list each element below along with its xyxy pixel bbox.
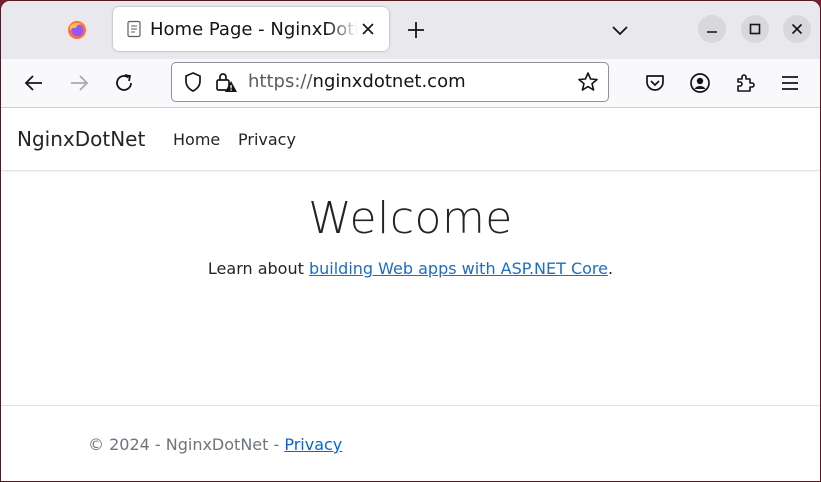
nav-link-home[interactable]: Home (173, 130, 220, 149)
site-footer: © 2024 - NginxDotNet - Privacy (1, 405, 820, 481)
site-brand-link[interactable]: NginxDotNet (17, 127, 145, 151)
extensions-icon[interactable] (733, 71, 757, 95)
address-bar[interactable]: https://nginxdotnet.com (171, 62, 609, 102)
page-icon (127, 20, 141, 38)
plus-icon[interactable] (405, 19, 427, 41)
pocket-icon[interactable] (643, 71, 667, 95)
tab-home-page[interactable]: Home Page - NginxDotNet (113, 7, 389, 51)
nav-link-privacy[interactable]: Privacy (238, 130, 296, 149)
lock-warning-icon[interactable] (214, 70, 238, 94)
close-window-button[interactable] (783, 15, 811, 43)
chevron-down-icon[interactable] (610, 20, 630, 40)
welcome-heading: Welcome (308, 193, 513, 244)
back-arrow-icon[interactable] (22, 71, 46, 95)
minimize-button[interactable] (698, 15, 726, 43)
nav-toolbar: https://nginxdotnet.com (1, 59, 820, 108)
learn-paragraph: Learn about building Web apps with ASP.N… (1, 259, 820, 278)
forward-arrow-icon[interactable] (67, 71, 91, 95)
minimize-icon (707, 31, 717, 33)
footer-copyright: © 2024 - NginxDotNet - (88, 435, 285, 454)
account-icon[interactable] (688, 71, 712, 95)
learn-prefix: Learn about (207, 259, 309, 278)
url-host: nginxdotnet.com (312, 71, 466, 92)
url-text[interactable]: https://nginxdotnet.com (248, 71, 466, 92)
shield-icon[interactable] (183, 71, 203, 93)
maximize-icon (749, 23, 761, 35)
tab-title: Home Page - NginxDotNet (150, 19, 358, 40)
footer-privacy-link[interactable]: Privacy (284, 435, 342, 454)
page-content: NginxDotNet Home Privacy Welcome Learn a… (1, 108, 820, 481)
url-scheme: https:// (248, 71, 313, 92)
menu-icon[interactable] (778, 71, 802, 95)
star-icon[interactable] (577, 71, 599, 93)
learn-suffix: . (608, 259, 614, 278)
tab-bar: Home Page - NginxDotNet (1, 1, 820, 59)
browser-window: Home Page - NginxDotNet (0, 0, 821, 482)
aspnet-docs-link[interactable]: building Web apps with ASP.NET Core (309, 259, 608, 278)
footer-text: © 2024 - NginxDotNet - Privacy (88, 435, 342, 454)
site-navbar: NginxDotNet Home Privacy (1, 108, 820, 171)
close-icon[interactable] (358, 19, 378, 39)
firefox-logo-icon[interactable] (67, 20, 87, 40)
close-window-icon (791, 23, 803, 35)
maximize-button[interactable] (741, 15, 769, 43)
reload-icon[interactable] (112, 71, 136, 95)
